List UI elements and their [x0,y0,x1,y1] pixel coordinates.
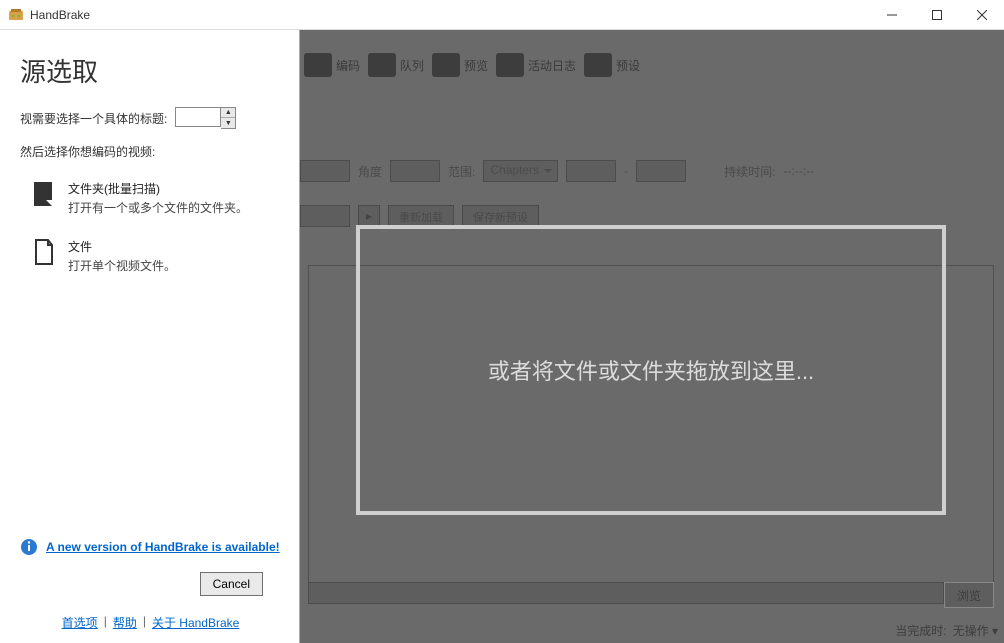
source-subtitle: 然后选择你想编码的视频: [20,143,281,160]
prefs-link[interactable]: 首选项 [62,614,98,631]
toolbar-activity-label: 活动日志 [528,57,576,74]
title-spinner: ▲ ▼ [175,107,236,129]
save-preset-button[interactable]: 保存新预设 [462,205,539,227]
status-label: 当完成时: [895,622,946,639]
preset-expand-button[interactable]: ▸ [358,205,380,227]
source-panel: 源选取 视需要选择一个具体的标题: ▲ ▼ 然后选择你想编码的视频: 文件夹(批… [0,30,300,643]
info-icon [20,538,38,556]
toolbar-queue-label: 队列 [400,57,424,74]
when-done-dd[interactable]: 无操作 ▾ [953,622,998,639]
title-spinner-input[interactable] [175,107,221,127]
range-dash: - [624,164,628,178]
bg-preset-row: ▸ 重新加载 保存新预设 [300,205,539,227]
range-end-dd[interactable] [636,160,686,182]
app-icon [8,7,24,23]
bg-title-row: 角度 范围: Chapters - 持续时间: --:--:-- [300,160,994,182]
output-path-field[interactable] [308,582,944,604]
spinner-up[interactable]: ▲ [221,108,235,118]
encode-icon [304,53,332,77]
bg-toolbar: 编码 队列 预览 活动日志 预设 [300,40,1000,90]
drop-message: 或者将文件或文件夹拖放到这里... [488,354,814,386]
range-type-dd[interactable]: Chapters [483,160,558,182]
activity-icon [496,53,524,77]
toolbar-presets[interactable]: 预设 [584,53,640,77]
folder-icon [32,180,56,208]
title-select-label: 视需要选择一个具体的标题: [20,110,167,127]
presets-icon [584,53,612,77]
minimize-button[interactable] [869,0,914,30]
toolbar-presets-label: 预设 [616,57,640,74]
toolbar-encode[interactable]: 编码 [304,53,360,77]
source-panel-title: 源选取 [20,52,281,89]
reload-button[interactable]: 重新加载 [388,205,454,227]
about-link[interactable]: 关于 HandBrake [152,614,239,631]
window-title: HandBrake [30,8,90,22]
angle-dd[interactable] [390,160,440,182]
bottom-links: 首选项 | 帮助 | 关于 HandBrake [20,614,281,631]
title-select-row: 视需要选择一个具体的标题: ▲ ▼ [20,107,281,129]
cancel-button[interactable]: Cancel [200,572,263,596]
update-row: A new version of HandBrake is available! [20,538,281,556]
angle-label: 角度 [358,163,382,180]
drop-zone[interactable]: 或者将文件或文件夹拖放到这里... [356,225,946,515]
folder-opt-title: 文件夹(批量扫描) [68,180,248,197]
range-start-dd[interactable] [566,160,616,182]
bg-output-row: 浏览 [308,582,994,608]
spinner-down[interactable]: ▼ [221,118,235,128]
update-link[interactable]: A new version of HandBrake is available! [46,540,280,554]
file-opt-title: 文件 [68,238,176,255]
toolbar-encode-label: 编码 [336,57,360,74]
window-controls [869,0,1004,30]
toolbar-activity[interactable]: 活动日志 [496,53,576,77]
open-folder-option[interactable]: 文件夹(批量扫描) 打开有一个或多个文件的文件夹。 [20,174,281,222]
duration-label: 持续时间: [724,163,775,180]
toolbar-queue[interactable]: 队列 [368,53,424,77]
range-label: 范围: [448,163,475,180]
browse-button[interactable]: 浏览 [944,582,994,608]
queue-icon [368,53,396,77]
duration-value: --:--:-- [783,164,814,178]
close-button[interactable] [959,0,1004,30]
open-file-option[interactable]: 文件 打开单个视频文件。 [20,232,281,280]
toolbar-preview-label: 预览 [464,57,488,74]
maximize-button[interactable] [914,0,959,30]
bg-title-dd[interactable] [300,160,350,182]
titlebar: HandBrake [0,0,1004,30]
preview-icon [432,53,460,77]
file-icon [32,238,56,266]
toolbar-preview[interactable]: 预览 [432,53,488,77]
file-opt-sub: 打开单个视频文件。 [68,257,176,274]
folder-opt-sub: 打开有一个或多个文件的文件夹。 [68,199,248,216]
status-bar: 当完成时: 无操作 ▾ [895,622,998,639]
preset-dd[interactable] [300,205,350,227]
help-link[interactable]: 帮助 [113,614,137,631]
